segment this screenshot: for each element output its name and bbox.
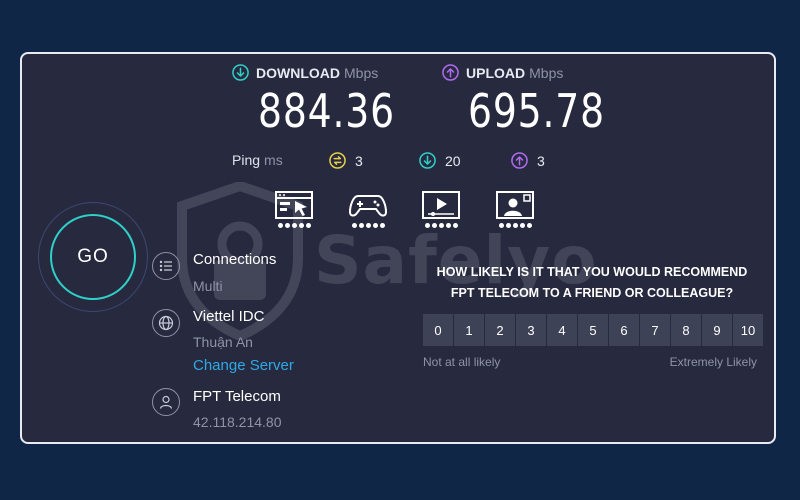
activity-quality-dots	[277, 223, 311, 228]
rating-option-5[interactable]: 5	[578, 314, 608, 346]
download-header: DOWNLOAD Mbps	[232, 64, 378, 81]
server-name: Viettel IDC	[193, 308, 265, 325]
scale-low-label: Not at all likely	[423, 355, 501, 369]
activity-quality-dots	[498, 223, 532, 228]
ping-idle-value: 3	[355, 152, 363, 169]
rating-option-4[interactable]: 4	[547, 314, 577, 346]
user-glyph-icon	[159, 395, 173, 409]
server-location: Thuận An	[193, 334, 253, 350]
upload-unit: Mbps	[529, 64, 564, 81]
connections-value: Multi	[193, 278, 223, 294]
upload-label: UPLOAD	[466, 64, 526, 81]
web-browsing-activity[interactable]	[272, 190, 316, 228]
rating-option-3[interactable]: 3	[516, 314, 546, 346]
rating-scale: 0 1 2 3 4 5 6 7 8 9 10	[423, 314, 763, 346]
globe-icon	[152, 309, 180, 337]
ping-upload-value: 3	[537, 152, 545, 169]
globe-glyph-icon	[158, 315, 174, 331]
ping-upload-icon	[511, 152, 528, 169]
activity-quality-dots	[351, 223, 385, 228]
upload-value: 695.78	[468, 84, 605, 138]
rating-option-9[interactable]: 9	[702, 314, 732, 346]
connections-title: Connections	[193, 251, 277, 268]
ping-download-icon	[419, 152, 436, 169]
speedtest-panel: Safelyo DOWNLOAD Mbps 884.36 UPLOAD Mbps…	[20, 52, 776, 444]
rating-option-1[interactable]: 1	[454, 314, 484, 346]
question-line-1: HOW LIKELY IS IT THAT YOU WOULD RECOMMEN…	[436, 265, 748, 279]
rating-option-0[interactable]: 0	[423, 314, 453, 346]
rating-option-2[interactable]: 2	[485, 314, 515, 346]
ping-label: Ping ms	[232, 152, 283, 168]
video-call-activity[interactable]	[493, 190, 537, 228]
go-button[interactable]: GO	[50, 214, 136, 300]
gaming-controller-icon	[348, 195, 388, 217]
recommend-question: HOW LIKELY IS IT THAT YOU WOULD RECOMMEN…	[420, 262, 764, 304]
web-browsing-icon	[275, 191, 313, 219]
rating-option-6[interactable]: 6	[609, 314, 639, 346]
provider-ip: 42.118.214.80	[193, 414, 282, 430]
activity-quality-dots	[424, 223, 458, 228]
question-line-2: FPT TELECOM TO A FRIEND OR COLLEAGUE?	[450, 286, 734, 300]
download-label: DOWNLOAD	[256, 64, 340, 81]
change-server-link[interactable]: Change Server	[193, 357, 294, 374]
provider-name: FPT Telecom	[193, 388, 281, 405]
download-value: 884.36	[258, 84, 395, 138]
ping-idle: 3	[329, 152, 363, 169]
rating-option-10[interactable]: 10	[733, 314, 763, 346]
ping-idle-icon	[329, 152, 346, 169]
ping-unit: ms	[264, 152, 283, 168]
scale-high-label: Extremely Likely	[669, 355, 757, 369]
rating-option-8[interactable]: 8	[671, 314, 701, 346]
ping-label-text: Ping	[232, 152, 261, 168]
connections-glyph-icon	[159, 260, 172, 272]
gaming-activity[interactable]	[346, 190, 390, 228]
video-streaming-icon	[422, 191, 460, 219]
connections-icon	[152, 252, 180, 280]
ping-download-value: 20	[445, 152, 461, 169]
download-unit: Mbps	[344, 64, 379, 81]
video-call-icon	[496, 191, 534, 219]
video-streaming-activity[interactable]	[419, 190, 463, 228]
upload-header: UPLOAD Mbps	[442, 64, 563, 81]
ping-upload: 3	[511, 152, 545, 169]
user-icon	[152, 388, 180, 416]
rating-option-7[interactable]: 7	[640, 314, 670, 346]
ping-download: 20	[419, 152, 461, 169]
upload-arrow-icon	[442, 64, 459, 81]
download-arrow-icon	[232, 64, 249, 81]
